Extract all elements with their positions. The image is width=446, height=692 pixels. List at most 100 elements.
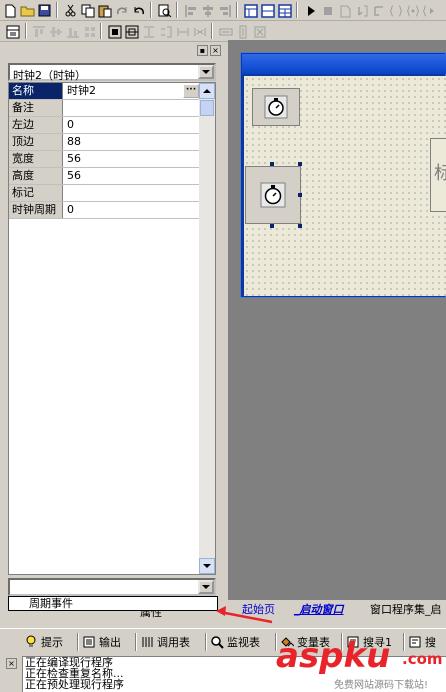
property-name: 标记 — [9, 185, 63, 201]
stopwatch-icon — [264, 95, 288, 119]
call-table-icon — [140, 635, 154, 649]
output-tab-label: 输出 — [99, 636, 121, 649]
space-vertical-icon[interactable] — [157, 23, 174, 40]
property-row[interactable]: 左边 0 — [9, 117, 200, 134]
property-value[interactable] — [65, 185, 200, 201]
space-horizontal-icon[interactable] — [174, 23, 191, 40]
scroll-down-icon[interactable] — [199, 558, 215, 574]
timer-control-1[interactable] — [252, 88, 300, 126]
align-middle-icon[interactable] — [47, 23, 64, 40]
close-icon[interactable]: × — [6, 658, 17, 669]
align-left-icon[interactable] — [182, 2, 199, 19]
ellipsis-button[interactable]: ··· — [183, 84, 199, 98]
step-into-icon[interactable] — [353, 2, 370, 19]
tab-startup-window[interactable]: _启动窗口 — [290, 602, 348, 618]
output-tab[interactable]: 提示 — [24, 632, 63, 652]
align-bottom-icon[interactable] — [64, 23, 81, 40]
resize-handle[interactable] — [270, 162, 274, 166]
center-horizontal-icon[interactable] — [123, 23, 140, 40]
resize-handle[interactable] — [298, 162, 302, 166]
property-value[interactable]: 0 — [65, 202, 200, 218]
find-icon[interactable] — [156, 2, 173, 19]
timer-control-2[interactable] — [245, 166, 301, 224]
property-grid: 名称 时钟2 备注 左边 0 顶边 88 宽度 56 高度 56 标记 时钟周期 0 ··· — [8, 82, 216, 575]
cut-icon[interactable] — [62, 2, 79, 19]
watermark-logo: aspku .com 免费网站源码下载站! — [276, 638, 446, 692]
object-selector[interactable]: 时钟2（时钟） — [8, 63, 216, 82]
property-row[interactable]: 标记 — [9, 185, 200, 202]
label-control-text: 标 — [434, 163, 446, 184]
layout-grid-icon[interactable] — [276, 2, 293, 19]
form-list-icon[interactable] — [4, 23, 21, 40]
save-icon[interactable] — [36, 2, 53, 19]
watermark-brand: aspku — [276, 636, 391, 676]
property-row[interactable]: 顶边 88 — [9, 134, 200, 151]
paste-icon[interactable] — [96, 2, 113, 19]
run-cursor-icon[interactable] — [421, 2, 438, 19]
bulb-icon — [24, 635, 38, 649]
property-panel-header — [0, 44, 225, 58]
resize-handle[interactable] — [298, 193, 302, 197]
size-width-icon[interactable] — [217, 23, 234, 40]
align-grid-icon[interactable] — [81, 23, 98, 40]
output-tab[interactable]: 调用表 — [140, 632, 190, 652]
new-file-icon[interactable] — [2, 2, 19, 19]
property-value[interactable]: 88 — [65, 134, 200, 150]
property-row[interactable]: 高度 56 — [9, 168, 200, 185]
chevron-down-icon[interactable] — [198, 580, 214, 594]
step-out-icon[interactable] — [404, 2, 421, 19]
align-top-icon[interactable] — [30, 23, 47, 40]
open-folder-icon[interactable] — [19, 2, 36, 19]
property-row[interactable]: 时钟周期 0 — [9, 202, 200, 219]
output-side-bar: × — [2, 656, 20, 692]
property-value[interactable]: 56 — [65, 151, 200, 167]
align-center-icon[interactable] — [199, 2, 216, 19]
tab-window-program[interactable]: 窗口程序集_启 — [366, 602, 446, 618]
resize-handle[interactable] — [270, 224, 274, 228]
annotation-arrow — [216, 606, 273, 624]
step-over-icon[interactable] — [370, 2, 387, 19]
property-value[interactable]: 56 — [65, 168, 200, 184]
size-height-icon[interactable] — [234, 23, 251, 40]
scroll-thumb[interactable] — [200, 100, 214, 116]
property-row[interactable]: 名称 时钟2 — [9, 83, 200, 100]
property-name: 左边 — [9, 117, 63, 133]
layout-window-icon[interactable] — [242, 2, 259, 19]
copy-icon[interactable] — [79, 2, 96, 19]
label-control[interactable]: 标 — [430, 138, 446, 212]
size-both-icon[interactable] — [251, 23, 268, 40]
chevron-down-icon[interactable] — [198, 65, 214, 79]
property-name: 备注 — [9, 100, 63, 116]
property-row[interactable]: 备注 — [9, 100, 200, 117]
output-tab-label: 提示 — [41, 636, 63, 649]
event-option[interactable]: 周期事件 — [8, 596, 218, 611]
event-selector[interactable] — [8, 578, 216, 596]
object-selector-value: 时钟2（时钟） — [13, 69, 86, 82]
debug-icon[interactable] — [336, 2, 353, 19]
property-value[interactable]: 时钟2 — [65, 83, 200, 99]
space-equal-icon[interactable] — [140, 23, 157, 40]
close-icon[interactable]: × — [210, 45, 221, 56]
same-size-icon[interactable] — [106, 23, 123, 40]
property-value[interactable]: 0 — [65, 117, 200, 133]
stop-icon[interactable] — [319, 2, 336, 19]
output-tab[interactable]: 监视表 — [210, 632, 260, 652]
undo-icon[interactable] — [130, 2, 147, 19]
property-row[interactable]: 宽度 56 — [9, 151, 200, 168]
align-right-icon[interactable] — [216, 2, 233, 19]
output-tab[interactable]: 输出 — [82, 632, 121, 652]
space-remove-icon[interactable] — [191, 23, 208, 40]
scroll-up-icon[interactable] — [199, 83, 215, 99]
property-scrollbar[interactable] — [199, 83, 215, 574]
redo-icon[interactable] — [113, 2, 130, 19]
resize-handle[interactable] — [298, 224, 302, 228]
form-title-bar[interactable] — [242, 54, 446, 74]
run-icon[interactable] — [302, 2, 319, 19]
restore-icon[interactable]: ▪ — [197, 45, 208, 56]
step-braces-icon[interactable] — [387, 2, 404, 19]
watermark-tld: .com — [402, 650, 443, 668]
layout-split-icon[interactable] — [259, 2, 276, 19]
property-value[interactable] — [65, 100, 200, 116]
main-toolbar — [0, 0, 446, 21]
watermark-tagline: 免费网站源码下载站! — [334, 680, 429, 691]
